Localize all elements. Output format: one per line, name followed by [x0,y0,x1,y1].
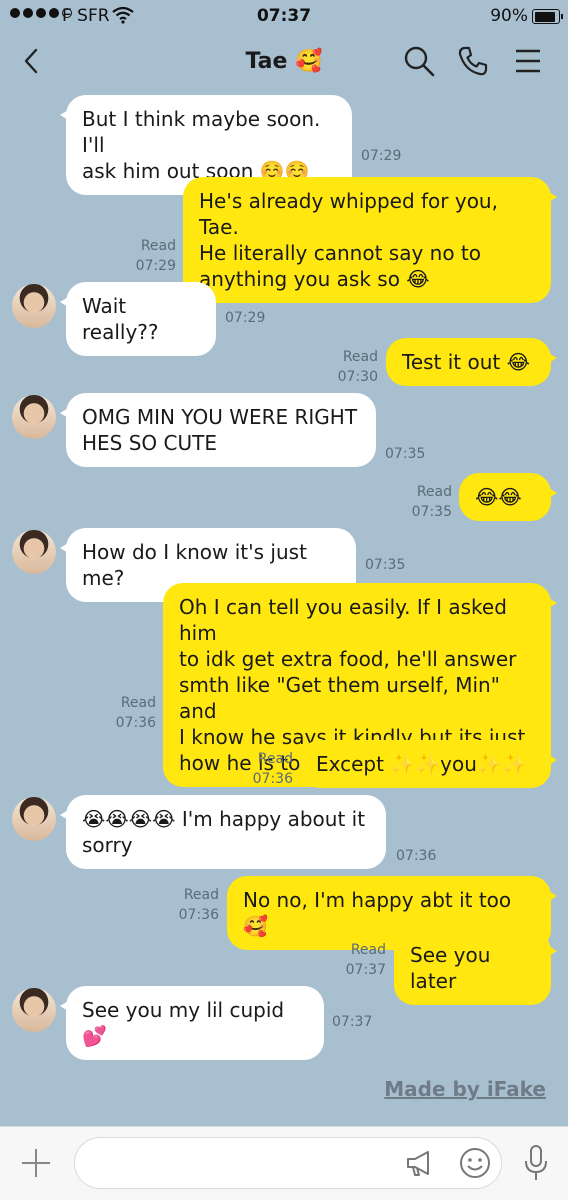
battery-icon [532,9,563,24]
incoming-message[interactable]: See you my lil cupid 💕 [60,986,324,1060]
message-time: 07:30 [337,369,378,385]
incoming-message[interactable]: OMG MIN YOU WERE RIGHT HES SO CUTE [60,393,376,467]
read-receipt: Read [350,942,386,958]
contact-avatar[interactable] [12,284,56,328]
message-time: 07:37 [332,1014,373,1030]
outgoing-message[interactable]: 😂😂 [459,473,557,521]
message-time: 07:29 [135,258,176,274]
incoming-message[interactable]: 😭😭😭😭 I'm happy about it sorry [60,795,386,869]
menu-icon[interactable] [512,44,544,78]
battery-percent: 90% [490,6,528,26]
read-receipt: Read [257,751,293,767]
status-bar: F SFR 07:37 90% [0,0,568,34]
message-input-bar [0,1126,568,1200]
read-receipt: Read [342,349,378,365]
search-icon[interactable] [402,44,436,78]
smiley-icon[interactable] [458,1146,492,1180]
message-time: 07:29 [225,310,266,326]
message-time: 07:36 [115,715,156,731]
read-receipt: Read [183,887,219,903]
read-receipt: Read [140,238,176,254]
plus-icon[interactable] [18,1145,54,1181]
status-time: 07:37 [256,6,312,26]
outgoing-message[interactable]: See you later [394,931,557,1005]
watermark: Made by iFake [384,1077,546,1101]
outgoing-message[interactable]: He's already whipped for you, Tae. He li… [183,177,557,303]
message-time: 07:36 [396,848,437,864]
message-time: 07:36 [252,771,293,787]
message-time: 07:36 [178,907,219,923]
microphone-icon[interactable] [522,1143,550,1183]
read-receipt: Read [120,695,156,711]
read-receipt: Read [416,484,452,500]
chat-header: Tae 🥰 [0,34,568,90]
message-time: 07:29 [361,148,402,164]
outgoing-message[interactable]: Test it out 😂 [386,338,557,386]
message-time: 07:35 [365,557,406,573]
outgoing-message[interactable]: Except ✨✨you✨✨ [300,740,557,788]
contact-avatar[interactable] [12,395,56,439]
contact-avatar[interactable] [12,530,56,574]
message-time: 07:35 [411,504,452,520]
message-time: 07:35 [385,446,426,462]
megaphone-icon[interactable] [404,1147,436,1179]
incoming-message[interactable]: Wait really?? [60,282,216,356]
contact-avatar[interactable] [12,797,56,841]
message-time: 07:37 [345,962,386,978]
contact-avatar[interactable] [12,988,56,1032]
phone-icon[interactable] [456,44,490,78]
message-input[interactable] [74,1137,502,1189]
